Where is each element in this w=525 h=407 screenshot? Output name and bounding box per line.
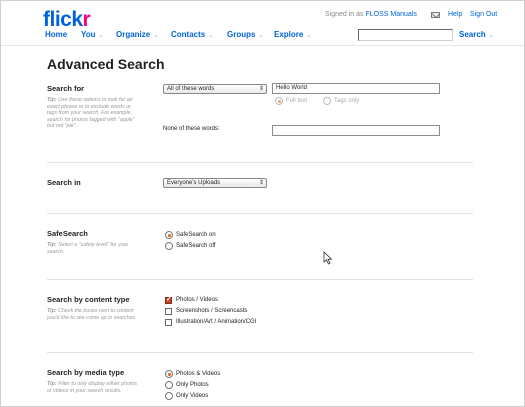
- safesearch-on-label: SafeSearch on: [176, 232, 216, 238]
- only-photos-radio[interactable]: [165, 381, 173, 389]
- only-videos-radio[interactable]: [165, 392, 173, 400]
- nav-contacts[interactable]: Contacts ⌄: [171, 30, 213, 39]
- screenshots-label: Screenshots / Screencasts: [176, 308, 248, 314]
- tip-bold: Tip:: [47, 242, 57, 248]
- photos-and-videos-label: Photos & Videos: [176, 371, 221, 377]
- photos-and-videos-radio[interactable]: [165, 370, 173, 378]
- media-type-title: Search by media type: [47, 368, 125, 377]
- nav-home-label: Home: [45, 30, 68, 39]
- search-in-title: Search in: [47, 178, 81, 187]
- search-for-tip: Tip: Use these options to look for an ex…: [47, 97, 137, 130]
- search-mode-select[interactable]: All of these words ⇕: [163, 84, 267, 94]
- page-title: Advanced Search: [47, 56, 165, 72]
- exclude-words-input[interactable]: [272, 125, 440, 136]
- safesearch-on-radio[interactable]: [165, 231, 173, 239]
- tags-only-label: Tags only: [334, 98, 360, 104]
- nav-contacts-label: Contacts: [171, 30, 206, 39]
- nav-explore[interactable]: Explore ⌄: [274, 30, 311, 39]
- nav-groups-label: Groups: [227, 30, 256, 39]
- tags-only-radio[interactable]: [323, 97, 331, 105]
- logo-text: flick: [43, 8, 83, 31]
- tip-text: Select a "safety level" for your search.: [47, 242, 129, 255]
- nav-organize[interactable]: Organize ⌄: [116, 30, 158, 39]
- chevron-down-icon: ⌄: [488, 33, 494, 39]
- only-photos-label: Only Photos: [176, 382, 209, 388]
- nav-explore-label: Explore: [274, 30, 304, 39]
- photos-videos-checkbox[interactable]: [165, 295, 172, 304]
- flickr-logo[interactable]: flickr: [43, 8, 91, 32]
- safesearch-title: SafeSearch: [47, 229, 88, 238]
- mouse-cursor-icon: [323, 251, 333, 265]
- full-text-radio[interactable]: [275, 97, 283, 105]
- chevron-down-icon: ⌄: [208, 33, 214, 39]
- search-query-input[interactable]: Hello World: [272, 83, 440, 94]
- safesearch-off-label: SafeSearch off: [176, 243, 216, 249]
- search-for-title: Search for: [47, 84, 85, 93]
- nav-groups[interactable]: Groups ⌄: [227, 30, 263, 39]
- search-in-select[interactable]: Everyone's Uploads ⇕: [163, 178, 267, 188]
- nav-organize-label: Organize: [116, 30, 151, 39]
- search-mode-value: All of these words: [167, 86, 215, 92]
- select-arrows-icon: ⇕: [258, 180, 264, 186]
- chevron-down-icon: ⌄: [258, 33, 264, 39]
- chevron-down-icon: ⌄: [153, 33, 159, 39]
- section-divider: [47, 279, 473, 280]
- full-text-label: Full text: [286, 98, 308, 104]
- search-in-value: Everyone's Uploads: [167, 180, 221, 186]
- nav-you-label: You: [81, 30, 96, 39]
- tip-bold: Tip:: [47, 97, 57, 103]
- section-divider: [47, 162, 473, 163]
- section-divider: [47, 213, 473, 214]
- safesearch-tip: Tip: Select a "safety level" for your se…: [47, 242, 137, 255]
- signed-in-status: Signed in as FLOSS Manuals: [325, 11, 417, 18]
- chevron-down-icon: ⌄: [306, 33, 312, 39]
- tip-text: Use these options to look for an exact p…: [47, 97, 135, 130]
- tip-text: Check the boxes next to content you'd li…: [47, 308, 137, 321]
- help-link[interactable]: Help: [448, 11, 462, 18]
- content-type-title: Search by content type: [47, 295, 130, 304]
- select-arrows-icon: ⇕: [258, 86, 264, 92]
- screenshots-checkbox[interactable]: [165, 308, 172, 315]
- header-divider: [1, 45, 524, 46]
- chevron-down-icon: ⌄: [98, 33, 104, 39]
- only-videos-label: Only Videos: [176, 393, 209, 399]
- illustration-label: Illustration/Art / Animation/CGI: [176, 319, 257, 325]
- nav-search-input[interactable]: [358, 29, 453, 41]
- none-of-these-label: None of these words:: [163, 126, 220, 132]
- nav-search-button[interactable]: Search ⌄: [459, 30, 494, 39]
- safesearch-off-radio[interactable]: [165, 242, 173, 250]
- mail-icon[interactable]: [431, 12, 440, 18]
- nav-search-label: Search: [459, 30, 486, 39]
- tip-bold: Tip:: [47, 381, 57, 387]
- tip-bold: Tip:: [47, 308, 57, 314]
- page: flickr Signed in as FLOSS Manuals Help S…: [0, 0, 525, 407]
- logo-accent: r: [82, 8, 91, 31]
- sign-out-link[interactable]: Sign Out: [470, 11, 497, 18]
- content-type-tip: Tip: Check the boxes next to content you…: [47, 308, 137, 321]
- nav-you[interactable]: You ⌄: [81, 30, 104, 39]
- nav-home[interactable]: Home: [45, 30, 67, 39]
- media-type-tip: Tip: Filter to only display either photo…: [47, 381, 137, 394]
- illustration-checkbox[interactable]: [165, 319, 172, 326]
- signed-in-prefix: Signed in as: [325, 11, 364, 18]
- photos-videos-label: Photos / Videos: [176, 297, 218, 303]
- tip-text: Filter to only display either photos or …: [47, 381, 138, 394]
- user-name-link[interactable]: FLOSS Manuals: [365, 11, 416, 18]
- section-divider: [47, 352, 473, 353]
